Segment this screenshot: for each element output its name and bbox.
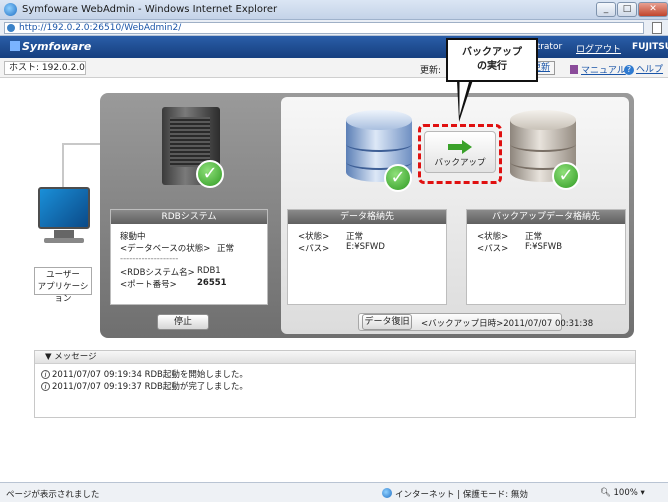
message-text: 2011/07/07 09:19:34 RDB起動を開始しました。 xyxy=(52,370,248,380)
last-backup-time: <バックアップ日時>2011/07/07 00:31:38 xyxy=(421,319,594,329)
url-field[interactable]: http://192.0.2.0:26510/WebAdmin2/ xyxy=(4,22,644,34)
window-titlebar: Symfoware WebAdmin - Windows Internet Ex… xyxy=(0,0,668,20)
callout-box: バックアップ の実行 xyxy=(446,38,538,82)
message-header[interactable]: ▼ メッセージ xyxy=(35,351,635,364)
host-toolbar: ホスト: 192.0.2.0 更新: 更新 マニュアル ? ヘルプ xyxy=(0,58,668,78)
logout-link[interactable]: ログアウト xyxy=(576,42,621,55)
restore-button[interactable]: データ復旧 xyxy=(362,314,412,330)
backup-path-value: F:¥SFWB xyxy=(525,242,563,252)
rdb-ok-check-icon: ✓ xyxy=(196,160,224,188)
help-label: ヘルプ xyxy=(636,65,664,75)
close-button[interactable]: ✕ xyxy=(638,2,668,17)
page-icon[interactable] xyxy=(652,22,662,34)
host-field: ホスト: 192.0.2.0 xyxy=(4,61,86,75)
vendor-logo: FUJITSU xyxy=(632,42,668,52)
system-name-label: <RDBシステム名> xyxy=(120,268,195,278)
user-application-label: ユーザー アプリケーション xyxy=(34,267,92,304)
message-panel: ▼ メッセージ i 2011/07/07 09:19:34 RDB起動を開始しまし… xyxy=(34,350,636,418)
security-zone: インターネット | 保護モード: 無効 xyxy=(382,488,528,500)
magnifier-icon: 🔍︎ xyxy=(600,488,611,498)
help-icon: ? xyxy=(624,65,634,75)
system-name-value: RDB1 xyxy=(197,266,221,276)
brand-mark-icon xyxy=(10,41,20,51)
data-store-box: データ格納先 <状態> 正常 <パス> E:¥SFWD xyxy=(287,209,447,305)
manual-link[interactable]: マニュアル xyxy=(570,63,626,76)
rdb-system-title: RDBシステム xyxy=(111,210,267,224)
update-label: 更新: xyxy=(420,66,442,76)
db-state-row: <データベースの状態> 正常 xyxy=(120,242,234,254)
backup-state-value: 正常 xyxy=(525,232,543,242)
backup-store-box: バックアップデータ格納先 <状態> 正常 <パス> F:¥SFWB xyxy=(466,209,626,305)
rdb-separator: ------------------- xyxy=(120,254,179,264)
db-state-label: <データベースの状態> xyxy=(120,244,211,254)
app-header: Symfoware strator ログアウト FUJITSU xyxy=(0,36,668,58)
data-path-label: <パス> xyxy=(298,244,330,254)
address-bar: http://192.0.2.0:26510/WebAdmin2/ xyxy=(0,20,668,36)
data-ok-check-icon: ✓ xyxy=(384,164,412,192)
port-value: 26551 xyxy=(197,278,227,288)
callout-line2: の実行 xyxy=(477,61,507,72)
help-link[interactable]: ? ヘルプ xyxy=(624,62,663,75)
monitor-stand xyxy=(54,230,74,238)
info-icon: i xyxy=(41,382,50,391)
status-bar: ページが表示されました インターネット | 保護モード: 無効 🔍︎ 100% … xyxy=(0,482,668,502)
minimize-button[interactable]: _ xyxy=(596,2,616,17)
data-store-title: データ格納先 xyxy=(288,210,446,224)
maximize-button[interactable]: □ xyxy=(617,2,637,17)
backup-ok-check-icon: ✓ xyxy=(552,162,580,190)
backup-highlight xyxy=(418,124,502,184)
zoom-level: 100% xyxy=(613,488,638,498)
client-label-line2: アプリケーション xyxy=(37,282,89,304)
brand-name: Symfoware xyxy=(22,40,92,53)
monitor-icon xyxy=(38,187,90,229)
message-item: i 2011/07/07 09:19:37 RDB起動が完了しました。 xyxy=(41,380,248,392)
status-text: ページが表示されました xyxy=(6,490,100,500)
connection-line xyxy=(62,143,102,187)
globe-icon xyxy=(382,488,392,498)
db-state-value: 正常 xyxy=(217,244,235,254)
info-icon: i xyxy=(41,370,50,379)
backup-state-label: <状態> xyxy=(477,232,509,242)
client-label-line1: ユーザー xyxy=(46,270,80,280)
backup-path-label: <パス> xyxy=(477,244,509,254)
data-state-label: <状態> xyxy=(298,232,330,242)
callout-line1: バックアップ xyxy=(462,47,522,58)
monitor-base xyxy=(44,238,84,243)
security-zone-text: インターネット | 保護モード: 無効 xyxy=(395,490,528,500)
rdb-status: 稼動中 xyxy=(120,232,146,242)
message-text: 2011/07/07 09:19:37 RDB起動が完了しました。 xyxy=(52,382,248,392)
zoom-control[interactable]: 🔍︎ 100% ▾ xyxy=(600,488,645,498)
port-label: <ポート番号> xyxy=(120,280,177,290)
brand-logo: Symfoware xyxy=(10,40,91,53)
data-state-value: 正常 xyxy=(346,232,364,242)
backup-store-title: バックアップデータ格納先 xyxy=(467,210,625,224)
window-title: Symfoware WebAdmin - Windows Internet Ex… xyxy=(22,4,278,15)
data-path-value: E:¥SFWD xyxy=(346,242,385,252)
message-item: i 2011/07/07 09:19:34 RDB起動を開始しました。 xyxy=(41,368,248,380)
stop-button[interactable]: 停止 xyxy=(157,314,209,330)
rdb-system-box: RDBシステム 稼動中 <データベースの状態> 正常 -------------… xyxy=(110,209,268,305)
internet-explorer-icon xyxy=(4,3,17,16)
